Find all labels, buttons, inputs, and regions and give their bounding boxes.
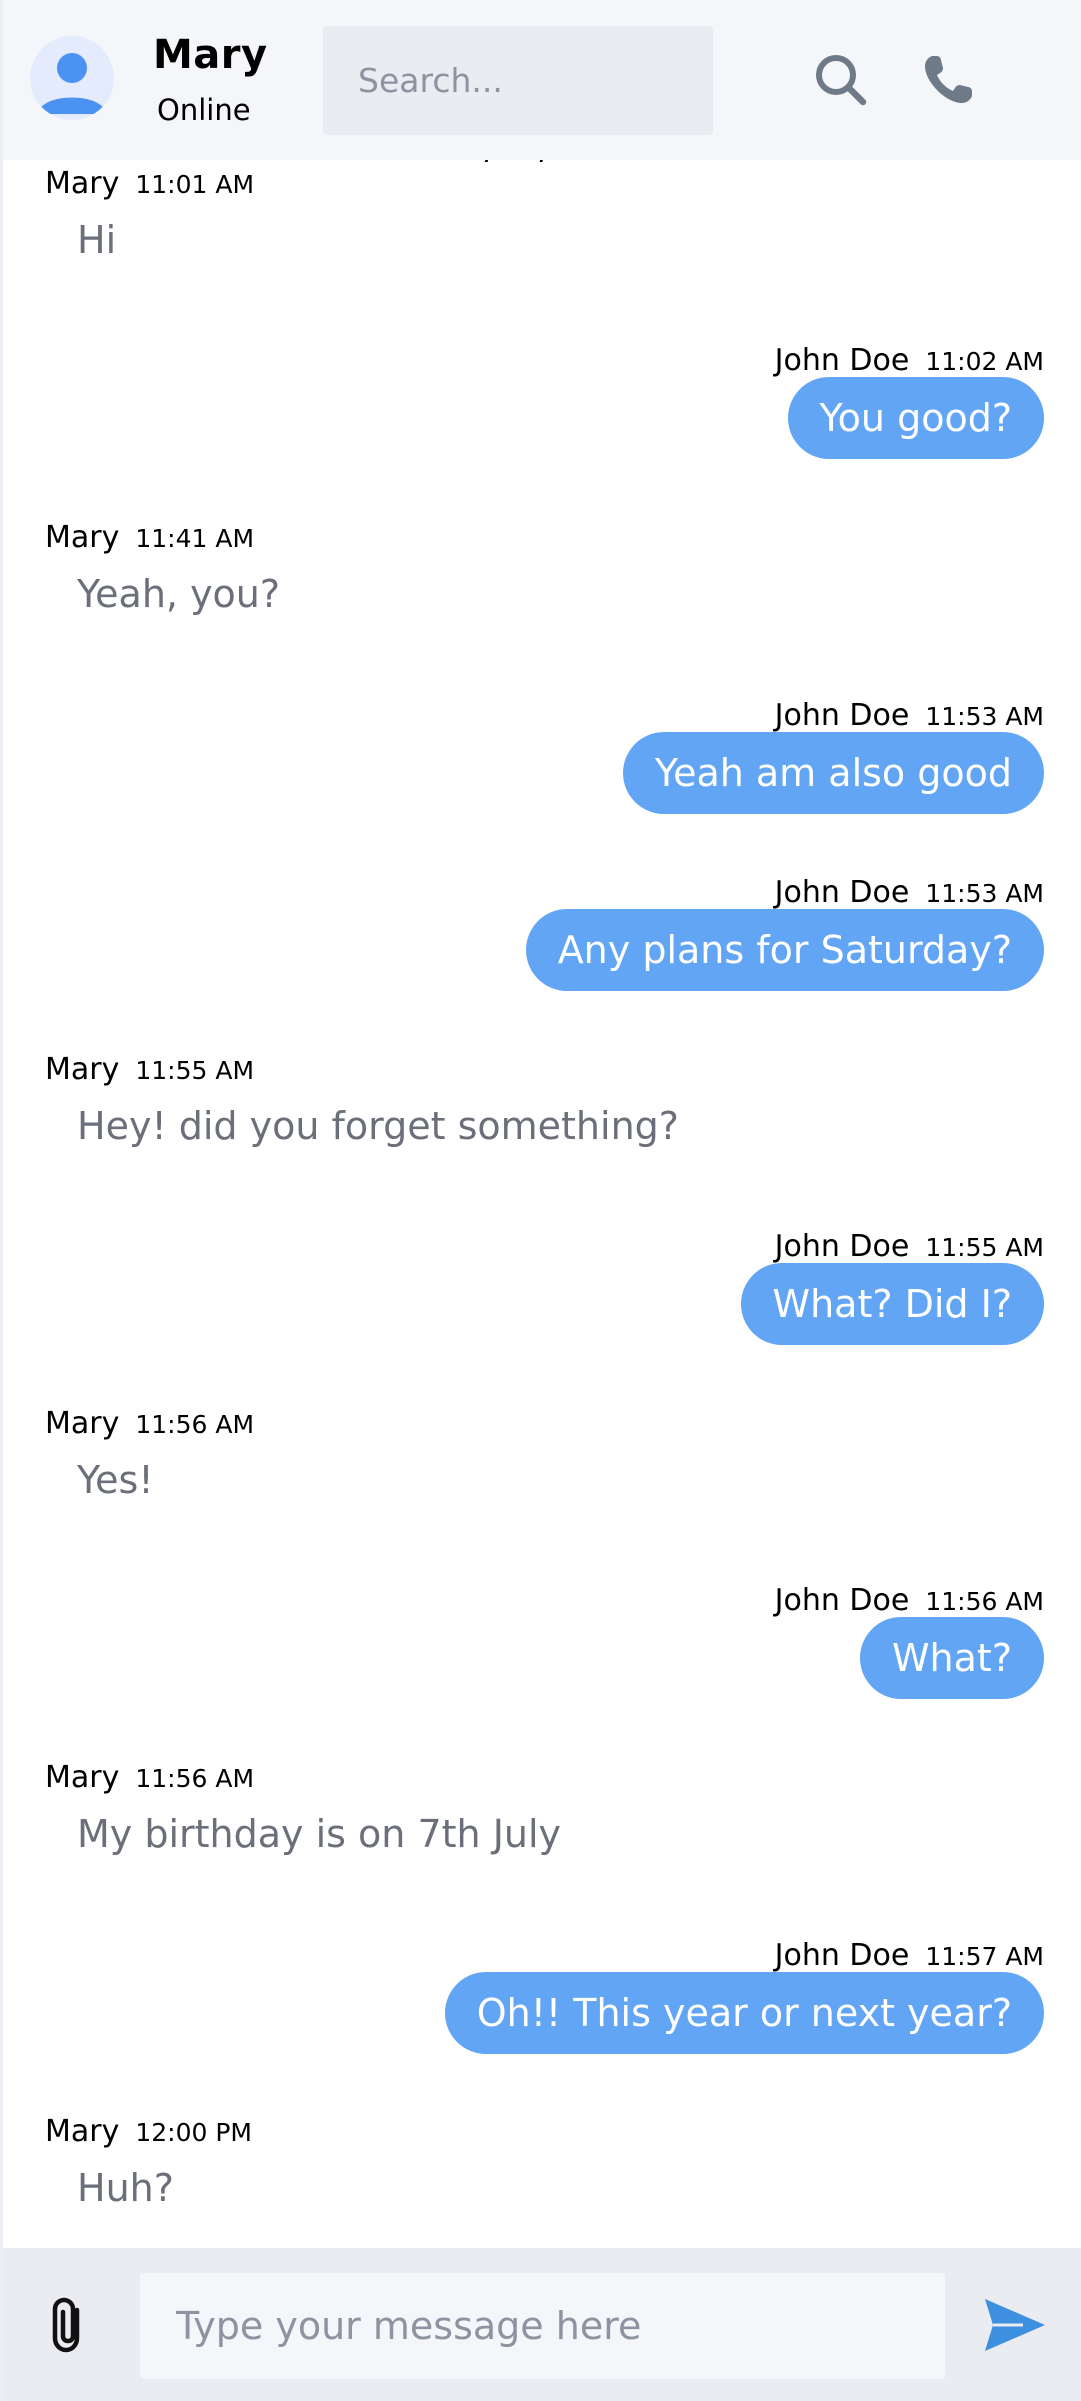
message-time: 11:55 AM bbox=[135, 1056, 255, 1085]
message-bubble: Any plans for Saturday? bbox=[525, 909, 1044, 991]
message-time: 11:02 AM bbox=[925, 347, 1044, 376]
message-text: Hi bbox=[77, 218, 117, 262]
message-text: Yeah, you? bbox=[77, 572, 281, 616]
message-sender: Mary bbox=[45, 520, 120, 555]
message-bubble: Oh!! This year or next year? bbox=[444, 1972, 1044, 2054]
message-sender: Mary bbox=[45, 166, 120, 201]
message-bubble: What? Did I? bbox=[740, 1263, 1044, 1345]
message-meta: Mary 11:55 AM bbox=[45, 1052, 254, 1087]
message-sender: Mary bbox=[45, 1406, 120, 1441]
message-meta: Mary 11:56 AM bbox=[45, 1760, 254, 1795]
message-sender: John Doe bbox=[774, 1938, 910, 1973]
message-time: 11:01 AM bbox=[135, 170, 255, 199]
message-meta: Mary 11:41 AM bbox=[45, 520, 254, 555]
message-composer bbox=[3, 2248, 1081, 2401]
contact-status: Online bbox=[157, 93, 251, 127]
message-text: Hey! did you forget something? bbox=[77, 1104, 679, 1148]
message-time: 12:00 PM bbox=[135, 2118, 252, 2147]
paperclip-icon[interactable] bbox=[47, 2296, 93, 2354]
message-sender: John Doe bbox=[774, 1583, 910, 1618]
message-sender: Mary bbox=[45, 2114, 120, 2149]
message-time: 11:57 AM bbox=[925, 1942, 1044, 1971]
message-time: 11:56 AM bbox=[135, 1410, 255, 1439]
message-meta: John Doe 11:56 AM bbox=[775, 1583, 1044, 1618]
message-time: 11:56 AM bbox=[135, 1764, 255, 1793]
message-time: 11:41 AM bbox=[135, 524, 255, 553]
message-meta: John Doe 11:02 AM bbox=[775, 343, 1044, 378]
message-time: 11:56 AM bbox=[925, 1587, 1044, 1616]
message-meta: John Doe 11:53 AM bbox=[775, 698, 1044, 733]
message-meta: John Doe 11:53 AM bbox=[775, 875, 1044, 910]
message-time: 11:53 AM bbox=[925, 879, 1044, 908]
message-sender: John Doe bbox=[774, 875, 910, 910]
contact-name[interactable]: Mary bbox=[153, 32, 268, 78]
message-meta: Mary 11:56 AM bbox=[45, 1406, 254, 1441]
message-sender: John Doe bbox=[774, 698, 910, 733]
message-sender: Mary bbox=[45, 1052, 120, 1087]
send-icon[interactable] bbox=[983, 2296, 1047, 2354]
message-text: My birthday is on 7th July bbox=[77, 1812, 562, 1856]
search-input[interactable] bbox=[323, 26, 713, 135]
message-text: Yes! bbox=[77, 1458, 154, 1502]
message-meta: Mary 11:01 AM bbox=[45, 166, 254, 201]
message-sender: Mary bbox=[45, 1760, 120, 1795]
message-sender: John Doe bbox=[774, 1229, 910, 1264]
phone-icon[interactable] bbox=[920, 52, 976, 108]
avatar[interactable] bbox=[30, 36, 114, 120]
message-text: Huh? bbox=[77, 2166, 174, 2210]
avatar-icon bbox=[38, 53, 106, 114]
message-input[interactable] bbox=[140, 2273, 945, 2379]
message-bubble: Yeah am also good bbox=[622, 732, 1044, 814]
message-time: 11:53 AM bbox=[925, 702, 1044, 731]
chat-screen: 05/07/2024 Mary11:01 AM Hi John Doe11:02… bbox=[0, 0, 1081, 2401]
message-bubble: What? bbox=[859, 1617, 1044, 1699]
message-sender: John Doe bbox=[774, 343, 910, 378]
message-meta: John Doe 11:57 AM bbox=[775, 1938, 1044, 1973]
message-meta: John Doe 11:55 AM bbox=[775, 1229, 1044, 1264]
message-bubble: You good? bbox=[787, 377, 1044, 459]
message-time: 11:55 AM bbox=[925, 1233, 1044, 1262]
message-meta: Mary 12:00 PM bbox=[45, 2114, 252, 2149]
chat-header: Mary Online bbox=[3, 0, 1081, 160]
search-icon[interactable] bbox=[813, 52, 869, 108]
